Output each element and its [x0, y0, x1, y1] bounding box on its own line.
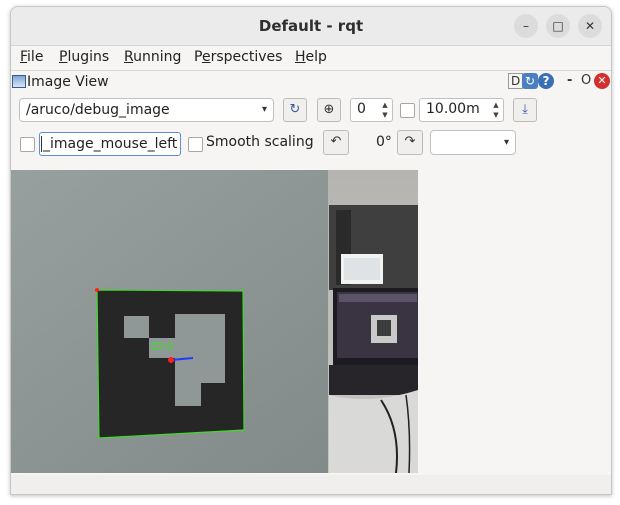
- spin-up-icon[interactable]: ▲: [379, 100, 391, 110]
- refresh-topics-button[interactable]: ↻: [283, 98, 307, 122]
- menu-help[interactable]: Help: [295, 49, 327, 65]
- refresh-icon: ↻: [289, 102, 301, 117]
- menu-bar: File Plugins Running Perspectives Help: [11, 46, 611, 71]
- chevron-down-icon: ▾: [503, 137, 509, 148]
- spin-down-icon[interactable]: ▼: [379, 110, 391, 120]
- marker-corner: [95, 288, 99, 292]
- marker-origin: [168, 357, 174, 363]
- zoom-button[interactable]: ⊕: [317, 98, 341, 122]
- spin-arrows-icon[interactable]: ▲ ▼: [379, 100, 391, 120]
- menu-help-mnemonic: H: [295, 49, 306, 65]
- menu-running-label: unning: [133, 49, 182, 65]
- rotate-left-button[interactable]: ↶: [323, 130, 349, 155]
- topic-combobox[interactable]: /aruco/debug_image ▾: [19, 98, 274, 122]
- zoom-icon: ⊕: [323, 102, 335, 117]
- reload-plugin-icon[interactable]: ↻: [522, 73, 538, 89]
- help-icon[interactable]: ?: [538, 73, 554, 89]
- marker-id-label: ID:0: [151, 340, 173, 353]
- spin-down-icon[interactable]: ▼: [490, 110, 502, 120]
- image-view-icon: [12, 75, 26, 88]
- save-icon: ⤓: [522, 102, 528, 117]
- dock-minimize-button[interactable]: -: [567, 73, 572, 88]
- minimize-button[interactable]: –: [514, 14, 538, 38]
- spin-arrows-icon[interactable]: ▲ ▼: [490, 100, 502, 120]
- menu-plugins[interactable]: Plugins: [59, 49, 109, 65]
- dock-title-bar[interactable]: Image View D ↻ ? - O ✕: [11, 71, 611, 93]
- zoom-value: 0: [357, 101, 366, 117]
- max-range-checkbox[interactable]: [400, 103, 415, 118]
- aruco-marker: ID:0: [95, 288, 245, 439]
- rqt-window: Default - rqt – □ ✕ File Plugins Running…: [10, 6, 612, 495]
- menu-perspectives-prefix: P: [194, 49, 202, 65]
- max-range-spinbox[interactable]: 10.00m ▲ ▼: [419, 98, 504, 122]
- menu-running-mnemonic: R: [124, 49, 134, 65]
- rotate-left-icon: ↶: [330, 134, 342, 149]
- dock-close-icon[interactable]: ✕: [594, 73, 610, 89]
- menu-running[interactable]: Running: [124, 49, 181, 65]
- image-display[interactable]: ID:0: [11, 170, 418, 473]
- maximize-button[interactable]: □: [546, 14, 570, 38]
- spin-up-icon[interactable]: ▲: [490, 100, 502, 110]
- mouse-topic-input[interactable]: _image_mouse_left: [39, 132, 181, 156]
- topic-value: /aruco/debug_image: [26, 102, 170, 118]
- dock-title: Image View: [27, 74, 109, 90]
- menu-perspectives[interactable]: Perspectives: [194, 49, 282, 65]
- dock-float-button[interactable]: O: [581, 73, 591, 88]
- menu-help-label: elp: [305, 49, 327, 65]
- title-bar[interactable]: Default - rqt – □ ✕: [11, 7, 611, 46]
- menu-plugins-label: lugins: [67, 49, 110, 65]
- chevron-down-icon: ▾: [261, 104, 267, 115]
- menu-file[interactable]: File: [20, 49, 43, 65]
- menu-file-mnemonic: F: [20, 49, 28, 65]
- menu-perspectives-label: rspectives: [210, 49, 283, 65]
- rotate-right-icon: ↷: [404, 134, 416, 149]
- mouse-publish-checkbox[interactable]: [20, 137, 35, 152]
- menu-perspectives-mnemonic: e: [201, 49, 211, 65]
- zoom-spinbox[interactable]: 0 ▲ ▼: [350, 98, 393, 122]
- mouse-topic-value: _image_mouse_left: [41, 136, 178, 152]
- save-image-button[interactable]: ⤓: [513, 98, 537, 122]
- smooth-scaling-checkbox[interactable]: [188, 137, 203, 152]
- menu-file-label: ile: [27, 49, 44, 65]
- max-range-value: 10.00m: [426, 101, 480, 117]
- status-bar: [11, 475, 611, 494]
- camera-image[interactable]: ID:0: [11, 170, 418, 473]
- rotation-label: 0°: [376, 134, 392, 150]
- rotate-right-button[interactable]: ↷: [397, 130, 423, 155]
- room-scene: [328, 170, 418, 473]
- color-scheme-combobox[interactable]: ▾: [430, 130, 516, 155]
- smooth-scaling-label: Smooth scaling: [206, 134, 314, 150]
- dock-d-button[interactable]: D: [508, 73, 524, 89]
- close-window-button[interactable]: ✕: [578, 14, 602, 38]
